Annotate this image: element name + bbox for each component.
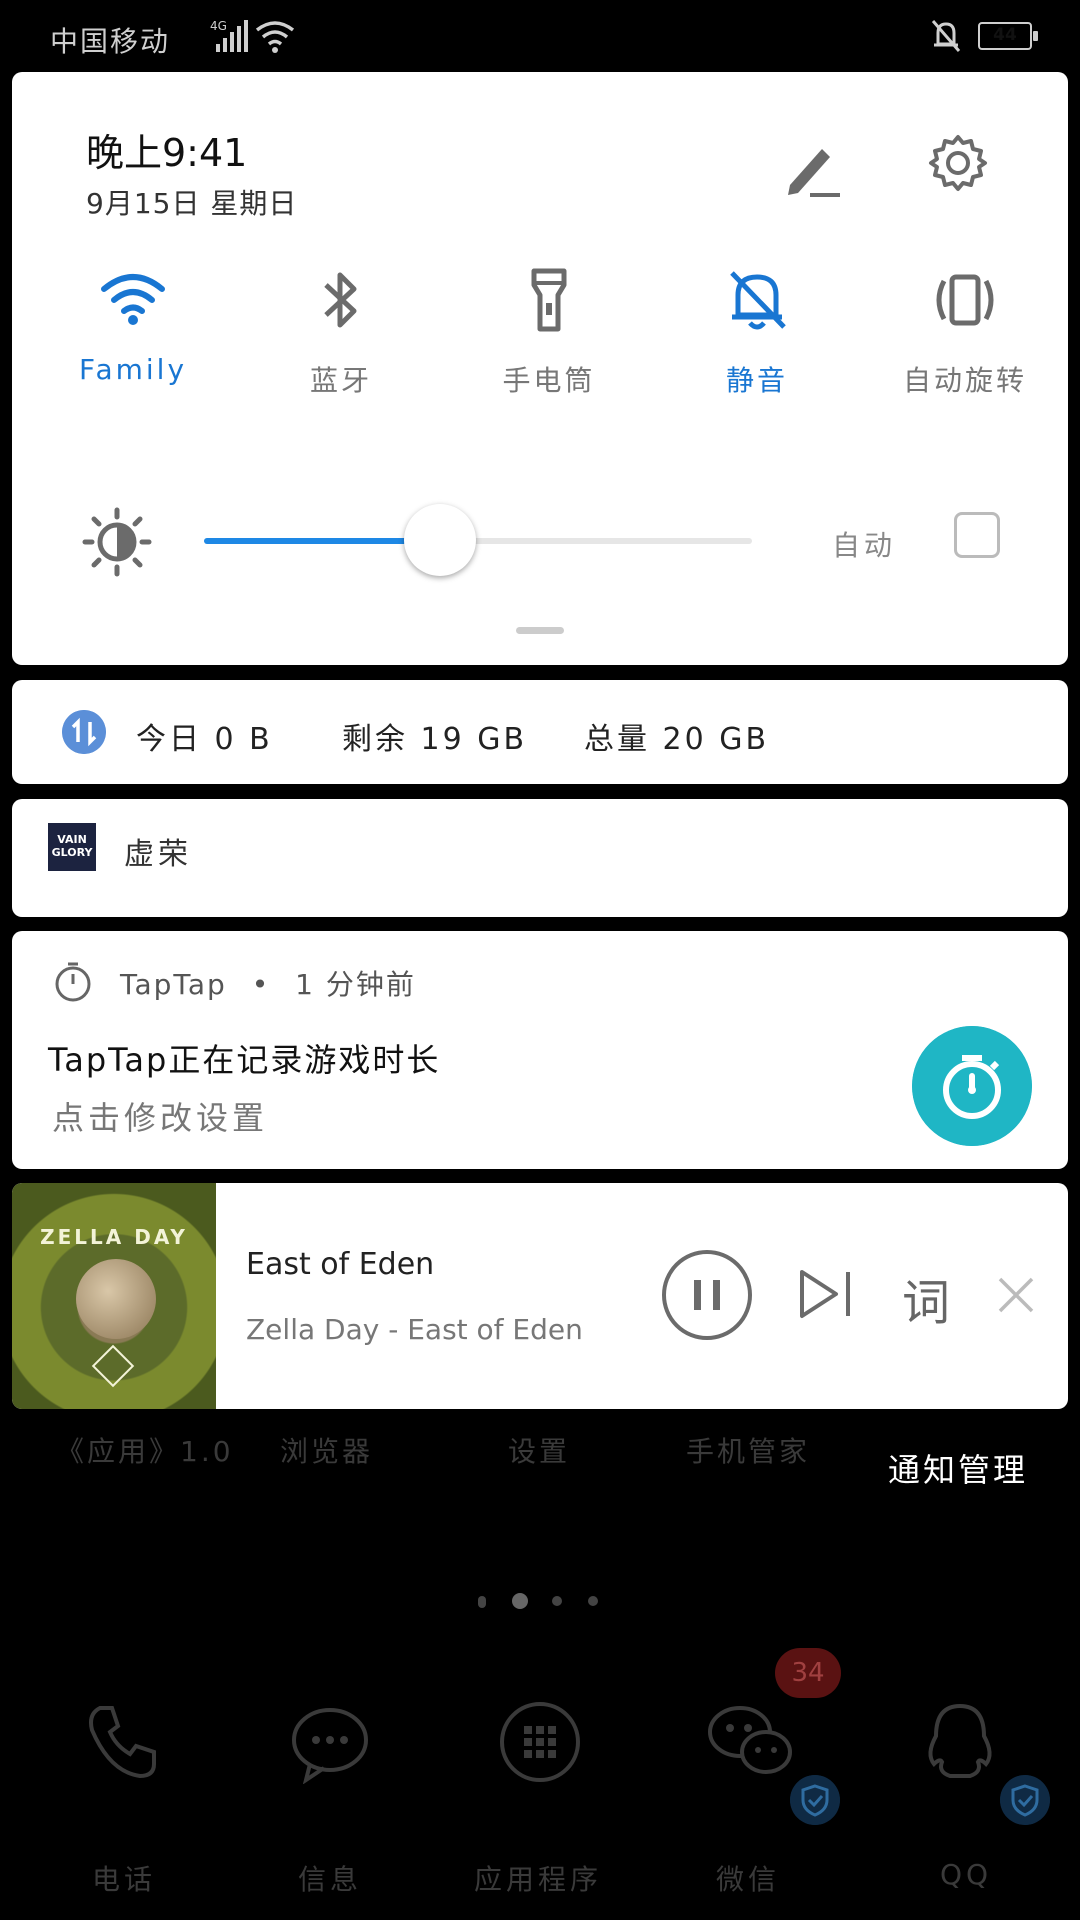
battery-icon: 44: [978, 22, 1038, 50]
data-transfer-icon: [62, 710, 106, 754]
qq-shield-icon: [1000, 1775, 1050, 1825]
page-dot-active: [512, 1593, 528, 1609]
dock-label-apps: 应用程序: [474, 1863, 603, 1896]
tile-label: 蓝牙: [309, 364, 372, 397]
notification-title: TapTap正在记录游戏时长: [48, 1041, 441, 1079]
song-artist: Zella Day - East of Eden: [246, 1313, 583, 1346]
album-art: ZELLA DAY: [12, 1183, 216, 1409]
wechat-badge: 34: [775, 1648, 841, 1698]
panel-drag-handle[interactable]: [516, 627, 564, 634]
apps-grid-icon[interactable]: [498, 1700, 582, 1784]
album-art-moon: [76, 1259, 156, 1339]
carrier-name: 中国移动: [50, 25, 171, 58]
notification-header: TapTap • 1 分钟前: [120, 963, 416, 1003]
message-icon[interactable]: [288, 1700, 372, 1784]
data-total: 总量 20 GB: [584, 722, 770, 757]
lyrics-button[interactable]: 词: [902, 1263, 950, 1333]
settings-gear-icon[interactable]: [927, 132, 989, 194]
panel-time: 晚上9:41: [86, 131, 248, 175]
vainglory-notification[interactable]: VAIN GLORY 虚荣: [12, 799, 1068, 917]
dock-label-qq: QQ: [940, 1858, 993, 1891]
tile-mute[interactable]: 静音: [672, 267, 842, 399]
wechat-icon[interactable]: [706, 1700, 796, 1784]
brightness-thumb[interactable]: [403, 504, 476, 576]
auto-brightness-label: 自动: [832, 529, 897, 562]
music-player[interactable]: ZELLA DAY East of Eden Zella Day - East …: [12, 1183, 1068, 1409]
wechat-shield-icon: [790, 1775, 840, 1825]
phone-icon[interactable]: [80, 1700, 164, 1784]
notification-subtitle: 点击修改设置: [52, 1099, 269, 1137]
close-icon[interactable]: [996, 1275, 1036, 1315]
tile-label: 静音: [725, 364, 788, 397]
next-track-button[interactable]: [798, 1268, 854, 1320]
page-dot: [588, 1596, 598, 1606]
brightness-icon: [82, 507, 152, 577]
tile-label: 手电筒: [502, 364, 596, 397]
notification-app-name: TapTap: [120, 968, 227, 1001]
edit-icon[interactable]: [782, 137, 844, 199]
brightness-slider[interactable]: [204, 504, 752, 576]
mute-bell-icon: [730, 271, 786, 330]
bluetooth-icon: [324, 272, 357, 328]
album-art-diamond: [91, 1344, 135, 1388]
stopwatch-icon: [55, 962, 91, 1002]
song-title: East of Eden: [246, 1247, 435, 1282]
qq-icon[interactable]: [918, 1700, 1002, 1784]
stopwatch-action-button[interactable]: [912, 1026, 1032, 1146]
mute-status-icon: [931, 20, 961, 52]
taptap-notification[interactable]: TapTap • 1 分钟前 TapTap正在记录游戏时长 点击修改设置: [12, 931, 1068, 1169]
tile-label: Family: [78, 353, 188, 386]
notification-management-link[interactable]: 通知管理: [888, 1445, 1028, 1491]
status-bar: 中国移动 4G 44: [0, 0, 1080, 72]
vainglory-app-icon: VAIN GLORY: [48, 823, 96, 871]
home-app-label[interactable]: 设置: [508, 1430, 570, 1470]
rotate-icon: [936, 274, 994, 326]
home-app-label[interactable]: 《应用》1.0: [56, 1430, 234, 1470]
quick-settings-panel: 晚上9:41 9月15日 星期日 Family 蓝牙 手电筒 静音 自动旋转 自…: [12, 72, 1068, 665]
flashlight-icon: [531, 268, 567, 332]
notification-time: 1 分钟前: [295, 968, 416, 1001]
data-today: 今日 0 B: [136, 722, 273, 757]
header-separator: •: [251, 968, 271, 1001]
data-usage-card[interactable]: 今日 0 B 剩余 19 GB 总量 20 GB: [12, 680, 1068, 784]
dock-label-messages: 信息: [298, 1863, 363, 1896]
home-app-label[interactable]: 手机管家: [686, 1430, 810, 1470]
pause-button[interactable]: [660, 1248, 754, 1342]
page-dot: [478, 1596, 486, 1608]
wifi-status-icon: [255, 21, 295, 53]
wifi-icon: [101, 274, 165, 325]
dock-label-phone: 电话: [92, 1863, 157, 1896]
dock-label-wechat: 微信: [716, 1863, 781, 1896]
auto-brightness-checkbox[interactable]: [954, 512, 1000, 558]
tile-bluetooth[interactable]: 蓝牙: [256, 267, 426, 399]
home-app-label[interactable]: 浏览器: [280, 1430, 373, 1470]
tile-wifi[interactable]: Family: [48, 267, 218, 386]
page-dot: [552, 1596, 562, 1606]
notification-app-name: 虚荣: [124, 837, 192, 872]
signal-icon: 4G: [210, 19, 248, 52]
data-remaining: 剩余 19 GB: [342, 722, 528, 757]
tile-flashlight[interactable]: 手电筒: [464, 267, 634, 399]
network-type: 4G: [210, 19, 227, 33]
album-art-text: ZELLA DAY: [40, 1225, 188, 1249]
panel-date: 9月15日 星期日: [86, 187, 298, 220]
battery-level: 44: [993, 25, 1017, 45]
tile-auto-rotate[interactable]: 自动旋转: [880, 267, 1050, 399]
tile-label: 自动旋转: [902, 364, 1027, 397]
